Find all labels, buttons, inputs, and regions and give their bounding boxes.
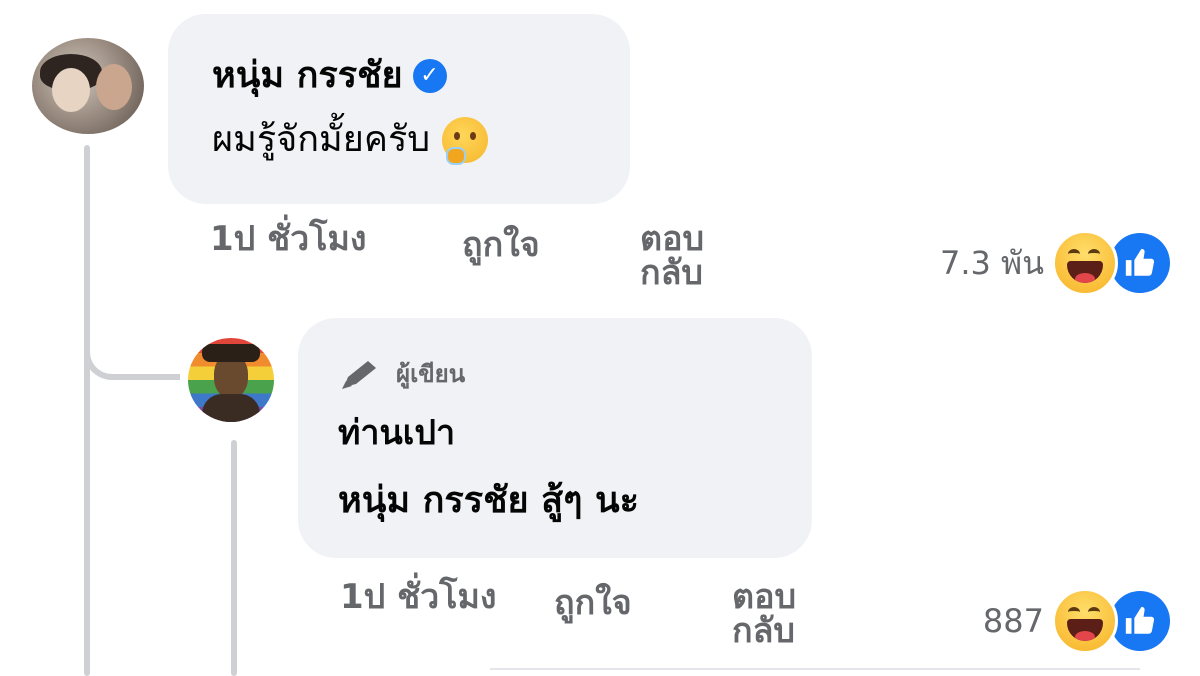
thumbs-up-icon — [1125, 248, 1155, 276]
haha-reaction-icon — [1052, 588, 1118, 654]
like-button[interactable]: ถูกใจ — [462, 228, 540, 262]
reaction-summary[interactable]: 7.3 พัน — [940, 230, 1170, 296]
avatar-face — [52, 68, 90, 112]
comment-bubble: หนุ่ม กรรชัย ✓ ผมรู้จักมั้ยครับ — [168, 14, 630, 204]
haha-mouth — [1067, 619, 1103, 641]
commenter-avatar[interactable] — [32, 38, 144, 134]
reply-reply-button[interactable]: ตอบกลับ — [732, 580, 842, 648]
avatar-body — [202, 394, 260, 422]
author-badge: ผู้เขียน — [338, 354, 812, 393]
comment-author-name[interactable]: หนุ่ม กรรชัย — [212, 54, 403, 98]
comment-text: ผมรู้จักมั้ยครับ — [212, 112, 630, 168]
reply-reaction-summary[interactable]: 887 — [983, 588, 1170, 654]
avatar-face-second — [96, 64, 132, 110]
avatar-hat — [202, 344, 260, 362]
pen-icon — [342, 360, 376, 389]
verified-badge-icon: ✓ — [412, 59, 447, 93]
reply-reaction-count: 887 — [982, 602, 1044, 640]
reply-thread-line — [231, 440, 237, 676]
haha-reaction-icon — [1052, 230, 1118, 296]
thread-line — [84, 145, 90, 676]
thumbs-up-icon — [1125, 606, 1155, 634]
author-badge-label: ผู้เขียน — [396, 360, 466, 388]
author-avatar[interactable] — [188, 338, 274, 422]
reply-like-button[interactable]: ถูกใจ — [554, 586, 632, 620]
reply-button[interactable]: ตอบกลับ — [640, 222, 750, 290]
like-reaction-icon — [1110, 233, 1170, 293]
comment-text-body: ผมรู้จักมั้ยครับ — [212, 119, 431, 160]
haha-mouth — [1067, 261, 1103, 283]
comment-actions: 1ป ชั่วโมง ถูกใจ ตอบกลับ 7.3 พัน — [210, 222, 1170, 302]
like-reaction-icon — [1110, 591, 1170, 651]
reply-author-name[interactable]: ท่านเปา — [338, 411, 812, 455]
comment-author: หนุ่ม กรรชัย ✓ — [212, 54, 630, 98]
thread-connector — [84, 330, 180, 380]
reply-text: หนุ่ม กรรชัย สู้ๆ นะ — [338, 480, 639, 521]
haha-eye — [1088, 249, 1100, 259]
reply-actions: 1ป ชั่วโมง ถูกใจ ตอบกลับ 887 — [340, 580, 1170, 670]
reply-bubble: ผู้เขียน ท่านเปา หนุ่ม กรรชัย สู้ๆ นะ — [298, 318, 812, 558]
haha-eye — [1088, 607, 1100, 617]
divider — [490, 668, 1140, 670]
reply-timestamp[interactable]: 1ป ชั่วโมง — [340, 580, 500, 614]
thinking-face-emoji-icon — [442, 117, 489, 165]
comment-timestamp[interactable]: 1ป ชั่วโมง — [210, 222, 370, 256]
reaction-count: 7.3 พัน — [939, 244, 1044, 282]
comment-thread: หนุ่ม กรรชัย ✓ ผมรู้จักมั้ยครับ 1ป ชั่วโ… — [0, 0, 1200, 676]
